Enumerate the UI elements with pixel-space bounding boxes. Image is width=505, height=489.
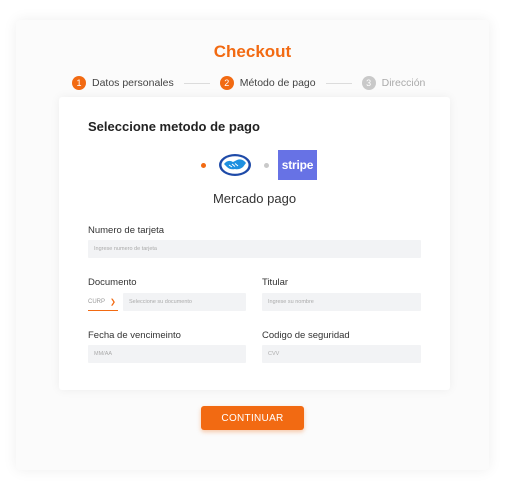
document-label: Documento	[88, 277, 137, 288]
carousel-dot-active[interactable]	[201, 162, 206, 168]
step-payment-method[interactable]: 2 Método de pago	[219, 76, 316, 90]
security-code-label: Codigo de seguridad	[262, 330, 350, 341]
stripe-option[interactable]: stripe	[278, 150, 317, 180]
holder-label: Titular	[262, 277, 289, 288]
step-label: Método de pago	[239, 77, 316, 89]
mercado-pago-option[interactable]	[215, 150, 255, 180]
holder-input[interactable]	[262, 293, 421, 311]
payment-form-card: Seleccione metodo de pago stripe Mercado…	[59, 97, 450, 390]
step-number: 3	[361, 76, 376, 90]
card-number-label: Numero de tarjeta	[88, 225, 165, 236]
expiry-input[interactable]	[88, 345, 246, 363]
document-type-value: CURP	[88, 298, 106, 305]
document-input[interactable]	[123, 293, 246, 311]
continue-button[interactable]: CONTINUAR	[201, 406, 304, 430]
security-code-input[interactable]	[262, 345, 421, 363]
step-number: 1	[72, 76, 86, 90]
chevron-down-icon: ❯	[110, 298, 116, 306]
payment-method-selector: stripe	[59, 149, 450, 181]
selected-method-name: Mercado pago	[212, 191, 297, 206]
step-label: Datos personales	[92, 77, 174, 89]
step-personal-data[interactable]: 1 Datos personales	[72, 76, 174, 90]
carousel-dot[interactable]	[264, 162, 269, 168]
expiry-label: Fecha de vencimeinto	[88, 330, 181, 341]
document-type-select[interactable]: CURP ❯	[88, 293, 118, 311]
step-address[interactable]: 3 Dirección	[361, 76, 426, 90]
step-divider	[183, 82, 210, 84]
card-number-input[interactable]	[88, 240, 421, 258]
payment-heading: Seleccione metodo de pago	[88, 119, 260, 134]
page-title: Checkout	[213, 42, 292, 61]
step-label: Dirección	[381, 77, 426, 89]
step-number: 2	[219, 76, 234, 90]
step-divider	[325, 82, 352, 84]
handshake-icon	[219, 154, 251, 176]
checkout-stepper: 1 Datos personales 2 Método de pago 3 Di…	[72, 75, 442, 91]
